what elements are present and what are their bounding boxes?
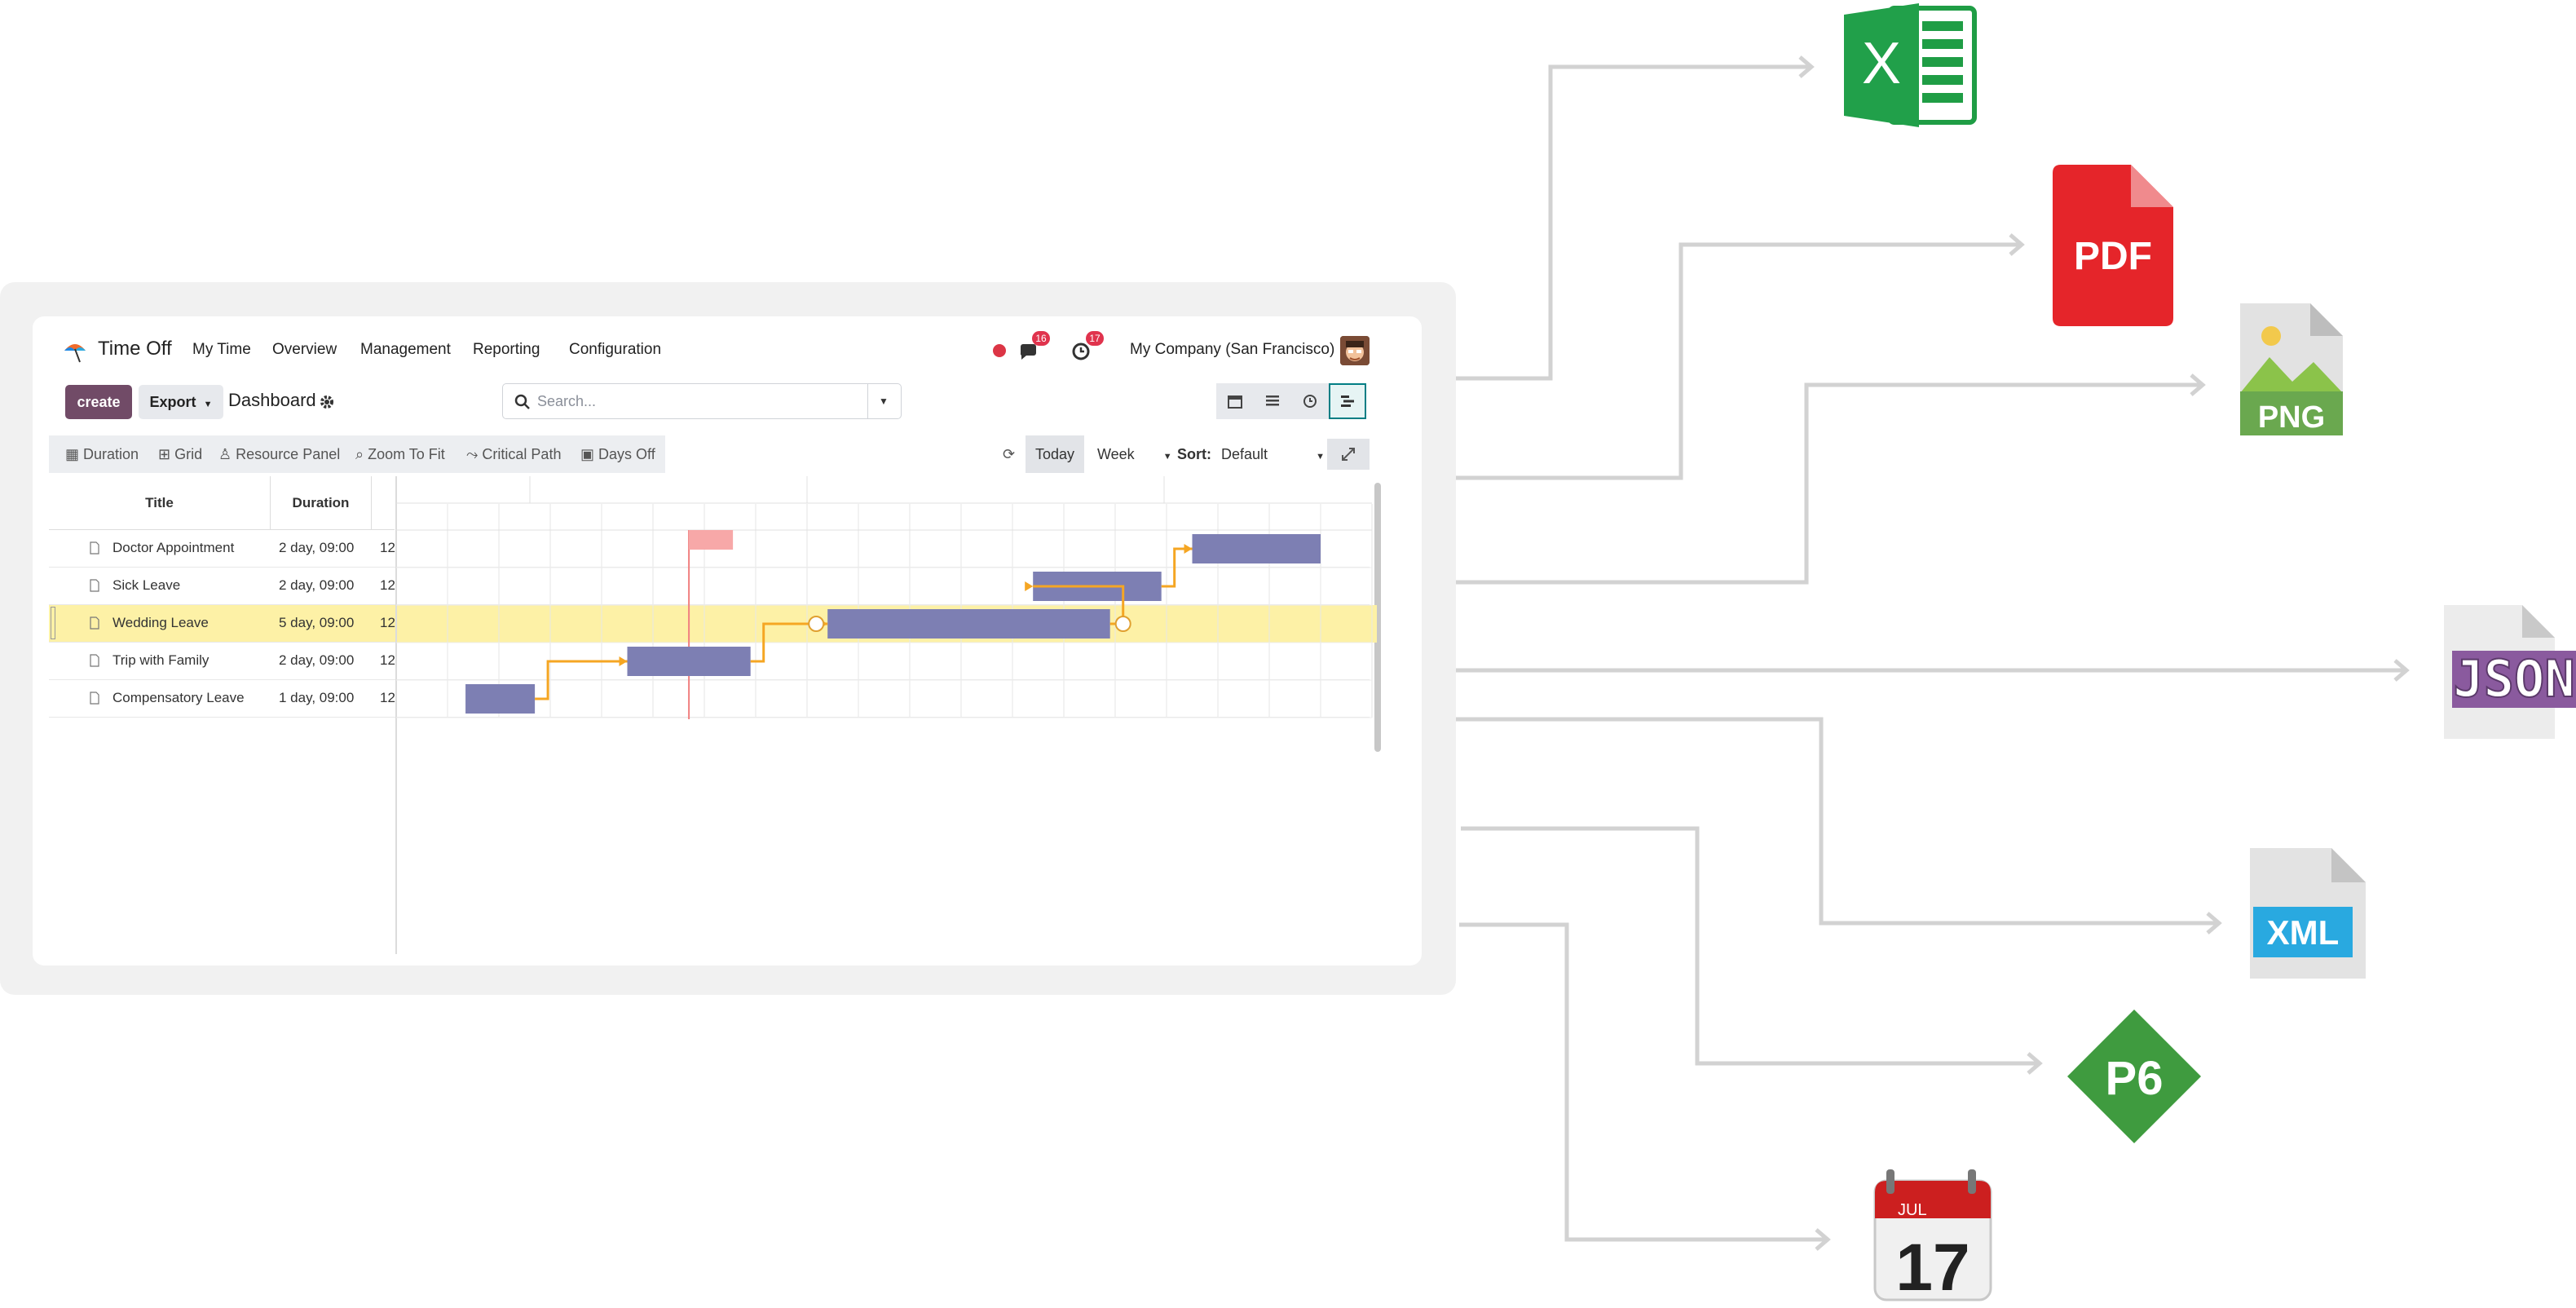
json-icon[interactable]: JSON	[2444, 605, 2576, 739]
p6-icon-label: P6	[2106, 1052, 2164, 1105]
json-icon-label: JSON	[2453, 649, 2574, 709]
calendar-day-label: 17	[1895, 1231, 1969, 1301]
calendar-export-icon[interactable]: JUL 17	[1872, 1168, 1994, 1301]
p6-icon[interactable]: P6	[2067, 1010, 2201, 1143]
png-icon[interactable]: PNG	[2240, 303, 2343, 435]
png-icon-label: PNG	[2258, 400, 2325, 435]
excel-icon-label: X	[1862, 31, 1901, 96]
pdf-icon[interactable]: PDF	[2053, 165, 2173, 326]
excel-icon[interactable]: X	[1844, 3, 1978, 127]
xml-icon[interactable]: XML	[2250, 848, 2367, 979]
xml-icon-label: XML	[2267, 913, 2340, 952]
calendar-month-label: JUL	[1898, 1201, 1927, 1219]
pdf-icon-label: PDF	[2074, 235, 2152, 278]
